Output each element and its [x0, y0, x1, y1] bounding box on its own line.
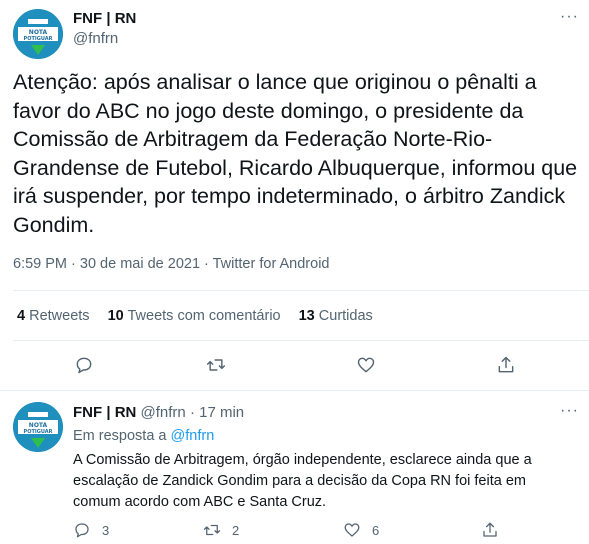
svg-text:NOTA: NOTA	[29, 29, 48, 36]
share-icon	[498, 356, 514, 373]
share-button[interactable]	[481, 517, 499, 543]
like-button[interactable]	[356, 352, 376, 378]
avatar[interactable]: NOTA POTIGUAR	[13, 9, 63, 59]
tweet-timestamp[interactable]: 6:59 PM · 30 de mai de 2021 · Twitter fo…	[13, 256, 330, 272]
svg-text:NOTA: NOTA	[29, 422, 48, 429]
like-icon	[344, 523, 360, 537]
more-icon[interactable]: ···	[560, 402, 579, 420]
replying-to-link[interactable]: @fnfrn	[171, 428, 215, 444]
retweets-stat[interactable]: 4 Retweets	[17, 308, 90, 324]
reply-button[interactable]: 3	[73, 517, 109, 543]
reply-avatar[interactable]: NOTA POTIGUAR	[13, 402, 63, 452]
reply-time[interactable]: · 17 min	[190, 404, 244, 421]
avatar-logo: NOTA POTIGUAR	[13, 402, 63, 452]
tweet-stats: 4 Retweets 10 Tweets com comentário 13 C…	[17, 308, 373, 324]
retweet-count: 2	[232, 522, 240, 538]
like-button[interactable]: 6	[343, 517, 379, 543]
retweet-icon	[203, 524, 221, 536]
tweet-text: Atenção: após analisar o lance que origi…	[13, 70, 578, 237]
divider	[13, 290, 589, 291]
reply-icon	[75, 523, 89, 538]
svg-text:POTIGUAR: POTIGUAR	[24, 36, 53, 42]
retweet-button[interactable]: 2	[203, 517, 239, 543]
reply-icon	[76, 357, 92, 374]
quotes-stat[interactable]: 10 Tweets com comentário	[108, 308, 281, 324]
avatar-logo: NOTA POTIGUAR	[13, 9, 63, 59]
reply-button[interactable]	[74, 352, 94, 378]
more-icon[interactable]: ···	[560, 8, 579, 26]
divider	[0, 390, 589, 391]
like-icon	[357, 357, 375, 373]
tweet-actions	[0, 352, 589, 378]
reply-header: FNF | RN @fnfrn · 17 min	[73, 404, 244, 421]
author-name[interactable]: FNF | RN	[73, 10, 136, 27]
divider	[13, 340, 589, 341]
retweet-button[interactable]	[206, 352, 226, 378]
reply-text: A Comissão de Arbitragem, órgão independ…	[73, 452, 532, 510]
reply-author-name[interactable]: FNF | RN	[73, 404, 136, 421]
replying-to: Em resposta a @fnfrn	[73, 428, 215, 444]
reply-author-handle[interactable]: @fnfrn	[141, 404, 186, 421]
share-icon	[483, 522, 497, 537]
reply-actions: 3 2 6	[0, 517, 589, 543]
author-handle[interactable]: @fnfrn	[73, 30, 118, 47]
reply-count: 3	[102, 522, 110, 538]
like-count: 6	[372, 522, 380, 538]
svg-text:POTIGUAR: POTIGUAR	[24, 429, 53, 435]
share-button[interactable]	[496, 352, 516, 378]
retweet-icon	[206, 359, 226, 371]
likes-stat[interactable]: 13 Curtidas	[299, 308, 373, 324]
